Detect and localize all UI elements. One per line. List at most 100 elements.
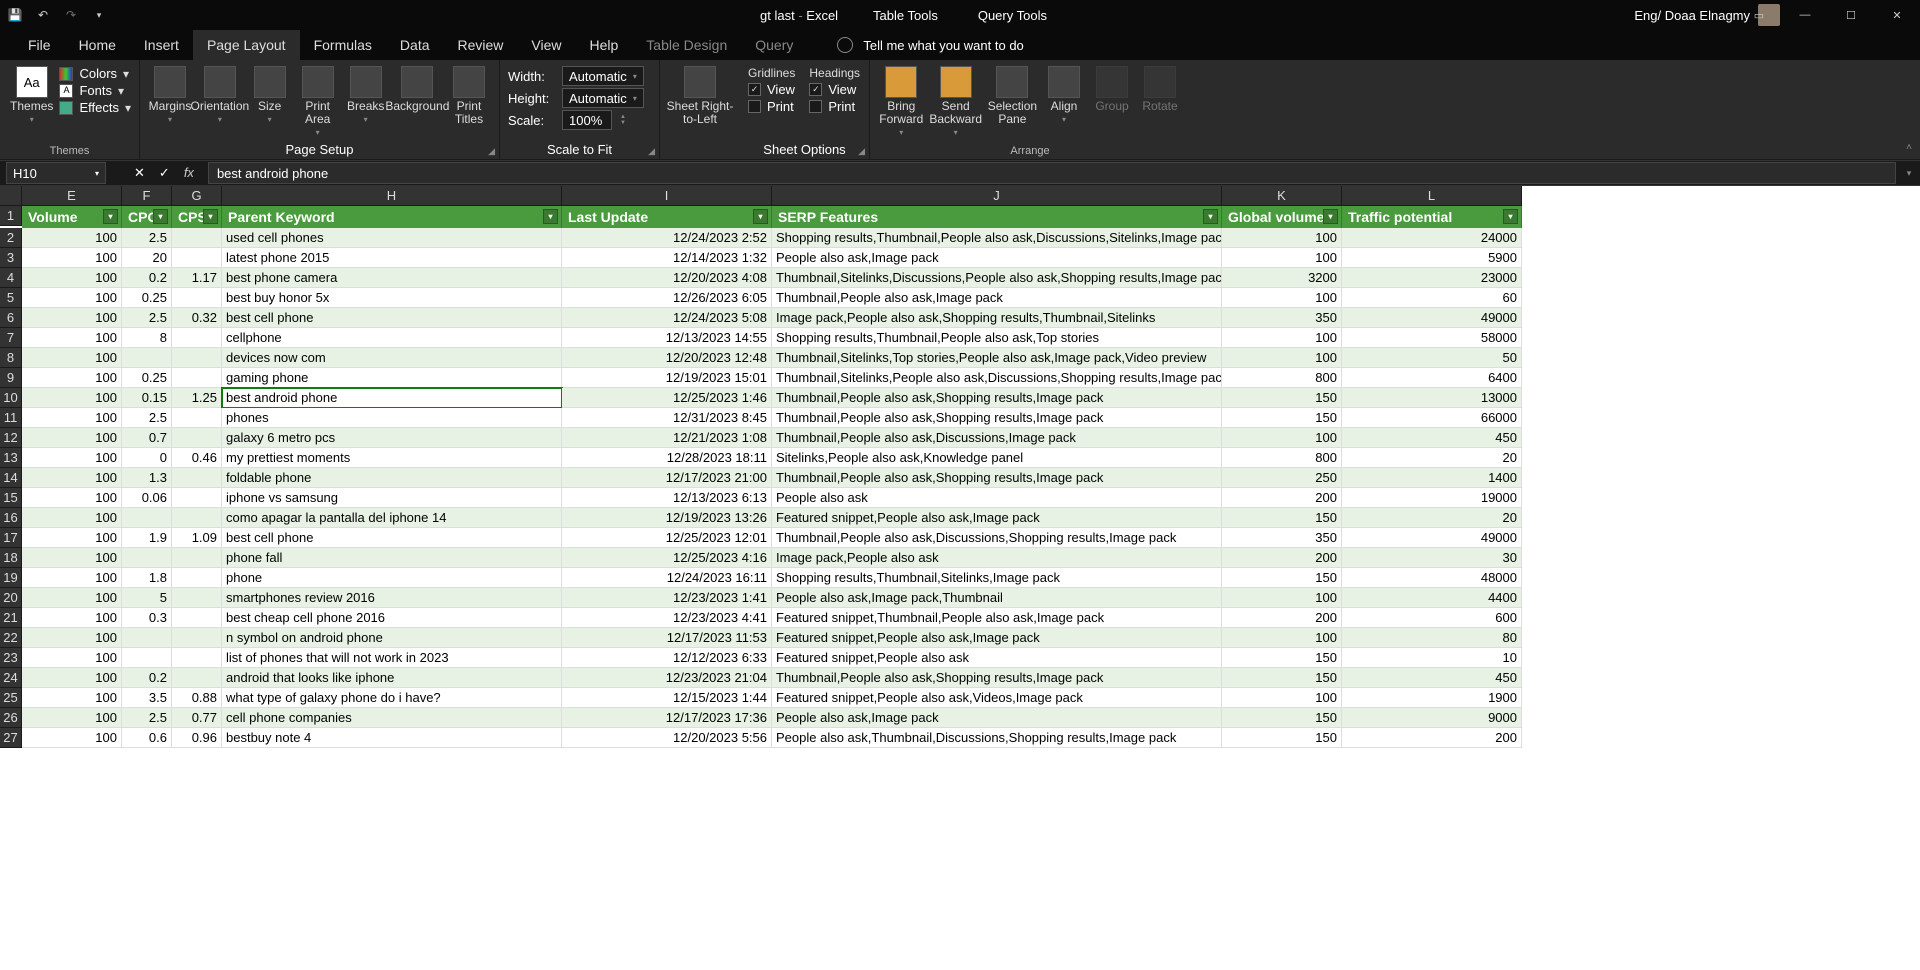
height-combo[interactable]: Automatic▾ bbox=[562, 88, 644, 108]
cell[interactable]: 0.06 bbox=[122, 488, 172, 508]
tab-view[interactable]: View bbox=[517, 30, 575, 60]
column-header-H[interactable]: H bbox=[222, 186, 562, 206]
cell[interactable]: 150 bbox=[1222, 388, 1342, 408]
cell[interactable]: 100 bbox=[22, 448, 122, 468]
cell[interactable]: devices now com bbox=[222, 348, 562, 368]
cell[interactable]: 0.2 bbox=[122, 668, 172, 688]
tab-file[interactable]: File bbox=[14, 30, 65, 60]
customize-qat-icon[interactable]: ▾ bbox=[90, 6, 108, 24]
cell[interactable]: 3200 bbox=[1222, 268, 1342, 288]
selection-pane-button[interactable]: Selection Pane bbox=[987, 64, 1038, 128]
cell[interactable]: 150 bbox=[1222, 568, 1342, 588]
cell[interactable] bbox=[172, 228, 222, 248]
select-all-corner[interactable] bbox=[0, 186, 22, 206]
cell[interactable]: 12/21/2023 1:08 bbox=[562, 428, 772, 448]
cell[interactable]: iphone vs samsung bbox=[222, 488, 562, 508]
background-button[interactable]: Background bbox=[392, 64, 443, 115]
cell[interactable]: 100 bbox=[22, 328, 122, 348]
cell[interactable]: People also ask,Thumbnail,Discussions,Sh… bbox=[772, 728, 1222, 748]
cell[interactable]: 12/24/2023 5:08 bbox=[562, 308, 772, 328]
cell[interactable]: 100 bbox=[22, 588, 122, 608]
cell[interactable] bbox=[122, 628, 172, 648]
cell[interactable]: 12/24/2023 16:11 bbox=[562, 568, 772, 588]
cell[interactable]: 8 bbox=[122, 328, 172, 348]
cell[interactable]: 100 bbox=[22, 488, 122, 508]
table-header-cps[interactable]: CPS▾ bbox=[172, 206, 222, 228]
cell[interactable]: 100 bbox=[22, 428, 122, 448]
cell[interactable]: 9000 bbox=[1342, 708, 1522, 728]
row-header-18[interactable]: 18 bbox=[0, 548, 22, 568]
cell[interactable]: 1.3 bbox=[122, 468, 172, 488]
align-button[interactable]: Align▾ bbox=[1042, 64, 1086, 126]
cell[interactable]: 100 bbox=[22, 388, 122, 408]
cell[interactable]: best phone camera bbox=[222, 268, 562, 288]
tab-home[interactable]: Home bbox=[65, 30, 130, 60]
cell[interactable]: phone bbox=[222, 568, 562, 588]
cell[interactable]: 12/23/2023 21:04 bbox=[562, 668, 772, 688]
cell[interactable]: 12/17/2023 11:53 bbox=[562, 628, 772, 648]
cell[interactable]: Thumbnail,People also ask,Shopping resul… bbox=[772, 468, 1222, 488]
cell[interactable]: Image pack,People also ask bbox=[772, 548, 1222, 568]
cell[interactable]: what type of galaxy phone do i have? bbox=[222, 688, 562, 708]
column-header-K[interactable]: K bbox=[1222, 186, 1342, 206]
cell[interactable] bbox=[172, 568, 222, 588]
row-header-17[interactable]: 17 bbox=[0, 528, 22, 548]
maximize-icon[interactable]: ☐ bbox=[1828, 0, 1874, 30]
cell[interactable]: Thumbnail,Sitelinks,Top stories,People a… bbox=[772, 348, 1222, 368]
filter-icon[interactable]: ▾ bbox=[543, 209, 558, 224]
cancel-formula-icon[interactable]: ✕ bbox=[134, 165, 145, 181]
cell[interactable]: Shopping results,Thumbnail,People also a… bbox=[772, 228, 1222, 248]
cell[interactable]: 12/13/2023 6:13 bbox=[562, 488, 772, 508]
row-header-20[interactable]: 20 bbox=[0, 588, 22, 608]
cell[interactable]: 150 bbox=[1222, 408, 1342, 428]
sheet-rtl-button[interactable]: Sheet Right- to-Left bbox=[668, 64, 732, 128]
table-header-cpc[interactable]: CPC▾ bbox=[122, 206, 172, 228]
cell[interactable]: 24000 bbox=[1342, 228, 1522, 248]
cell[interactable]: 2.5 bbox=[122, 708, 172, 728]
cell[interactable]: cell phone companies bbox=[222, 708, 562, 728]
column-header-J[interactable]: J bbox=[772, 186, 1222, 206]
cell[interactable] bbox=[172, 328, 222, 348]
cell[interactable]: 450 bbox=[1342, 668, 1522, 688]
cell[interactable]: 30 bbox=[1342, 548, 1522, 568]
cell[interactable]: Thumbnail,People also ask,Discussions,Sh… bbox=[772, 528, 1222, 548]
cell[interactable]: 1.8 bbox=[122, 568, 172, 588]
scale-spinner[interactable]: 100% bbox=[562, 110, 612, 130]
row-header-11[interactable]: 11 bbox=[0, 408, 22, 428]
cell[interactable] bbox=[172, 408, 222, 428]
cell[interactable]: my prettiest moments bbox=[222, 448, 562, 468]
cell[interactable]: 0.88 bbox=[172, 688, 222, 708]
cell[interactable]: 800 bbox=[1222, 368, 1342, 388]
tell-me-search[interactable]: Tell me what you want to do bbox=[837, 30, 1023, 60]
filter-icon[interactable]: ▾ bbox=[103, 209, 118, 224]
cell[interactable]: 100 bbox=[22, 288, 122, 308]
cell[interactable]: 200 bbox=[1222, 548, 1342, 568]
print-area-button[interactable]: Print Area▾ bbox=[296, 64, 340, 139]
cell[interactable]: 5900 bbox=[1342, 248, 1522, 268]
cell[interactable]: 100 bbox=[22, 468, 122, 488]
filter-icon[interactable]: ▾ bbox=[153, 209, 168, 224]
cell[interactable]: 2.5 bbox=[122, 228, 172, 248]
minimize-icon[interactable]: — bbox=[1782, 0, 1828, 30]
tab-insert[interactable]: Insert bbox=[130, 30, 193, 60]
cell[interactable] bbox=[122, 648, 172, 668]
filter-icon[interactable]: ▾ bbox=[1503, 209, 1518, 224]
cell[interactable]: best cheap cell phone 2016 bbox=[222, 608, 562, 628]
cell[interactable]: 0.7 bbox=[122, 428, 172, 448]
cell[interactable]: 350 bbox=[1222, 308, 1342, 328]
cell[interactable]: gaming phone bbox=[222, 368, 562, 388]
cell[interactable]: 4400 bbox=[1342, 588, 1522, 608]
sheet-options-launcher-icon[interactable]: ◢ bbox=[858, 146, 865, 157]
cell[interactable]: 12/13/2023 14:55 bbox=[562, 328, 772, 348]
cell[interactable]: 100 bbox=[22, 408, 122, 428]
cell[interactable]: 100 bbox=[22, 568, 122, 588]
cell[interactable]: Shopping results,Thumbnail,Sitelinks,Ima… bbox=[772, 568, 1222, 588]
fx-icon[interactable]: fx bbox=[184, 165, 194, 181]
cell[interactable] bbox=[172, 508, 222, 528]
send-backward-button[interactable]: Send Backward▾ bbox=[929, 64, 983, 139]
collapse-ribbon-icon[interactable]: ˄ bbox=[1906, 142, 1912, 153]
row-header-22[interactable]: 22 bbox=[0, 628, 22, 648]
cell[interactable]: latest phone 2015 bbox=[222, 248, 562, 268]
headings-view-checkbox[interactable]: ✓View bbox=[809, 82, 860, 97]
row-header-12[interactable]: 12 bbox=[0, 428, 22, 448]
